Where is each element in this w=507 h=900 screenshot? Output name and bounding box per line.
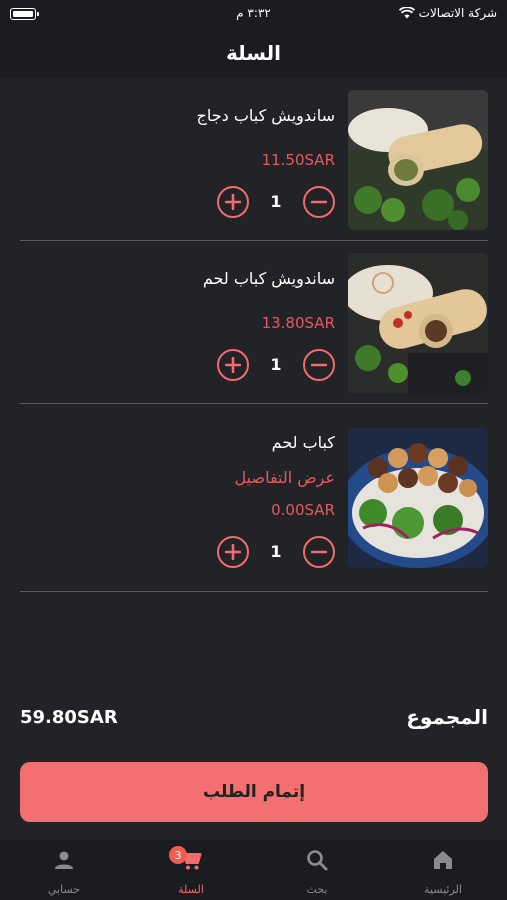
item-name: ساندويش كباب لحم: [202, 269, 335, 288]
plus-icon: [225, 194, 241, 210]
plus-icon: [225, 357, 241, 373]
increase-button[interactable]: [217, 536, 249, 568]
tab-label: الرئيسية: [424, 883, 462, 896]
minus-icon: [311, 550, 327, 554]
item-price: 13.80SAR: [261, 314, 335, 332]
decrease-button[interactable]: [303, 186, 335, 218]
minus-icon: [311, 200, 327, 204]
item-image[interactable]: [348, 428, 488, 568]
item-image[interactable]: [348, 253, 488, 393]
status-bar: ٣:٣٢ م شركة الاتصالات: [0, 0, 507, 28]
cart-item: ساندويش كباب دجاج 11.50SAR 1: [20, 90, 488, 230]
total-value: 59.80SAR: [20, 707, 118, 728]
minus-icon: [311, 363, 327, 367]
item-price: 11.50SAR: [261, 151, 335, 169]
quantity-stepper: 1: [217, 349, 335, 383]
increase-button[interactable]: [217, 186, 249, 218]
total-label: المجموع: [406, 705, 488, 729]
quantity-value: 1: [270, 355, 282, 374]
tab-search[interactable]: بحث: [277, 840, 357, 900]
cart-item: كباب لحم عرض التفاصيل 0.00SAR 1: [20, 428, 488, 568]
decrease-button[interactable]: [303, 349, 335, 381]
divider: [20, 591, 488, 592]
tab-account[interactable]: حسابي: [24, 840, 104, 900]
cart-count-badge: 3: [169, 846, 187, 864]
tab-home[interactable]: الرئيسية: [403, 840, 483, 900]
item-price: 0.00SAR: [271, 501, 335, 519]
tab-label: بحث: [306, 883, 328, 896]
cart-item: ساندويش كباب لحم 13.80SAR 1: [20, 253, 488, 393]
tab-label: السلة: [178, 883, 204, 896]
divider: [20, 403, 488, 404]
checkout-button[interactable]: إتمام الطلب: [20, 762, 488, 822]
total-row: المجموع 59.80SAR: [20, 705, 488, 737]
page-title: السلة: [225, 41, 281, 65]
tab-bar: الرئيسية بحث 3 السلة حسابي: [0, 840, 507, 900]
search-icon: [307, 850, 328, 871]
wifi-icon: [398, 7, 415, 19]
status-carrier: شركة الاتصالات: [398, 6, 497, 20]
tab-label: حسابي: [47, 883, 81, 896]
item-name: ساندويش كباب دجاج: [196, 106, 335, 125]
quantity-value: 1: [270, 192, 282, 211]
home-icon: [434, 851, 452, 869]
item-image[interactable]: [348, 90, 488, 230]
decrease-button[interactable]: [303, 536, 335, 568]
divider: [20, 240, 488, 241]
carrier-name: شركة الاتصالات: [418, 6, 497, 20]
tab-cart[interactable]: 3 السلة: [151, 840, 231, 900]
nav-header: السلة: [0, 28, 507, 78]
person-icon: [55, 851, 73, 869]
quantity-stepper: 1: [217, 186, 335, 220]
item-name: كباب لحم: [271, 433, 335, 452]
increase-button[interactable]: [217, 349, 249, 381]
plus-icon: [225, 544, 241, 560]
quantity-value: 1: [270, 542, 282, 561]
view-details-link[interactable]: عرض التفاصيل: [235, 468, 335, 487]
quantity-stepper: 1: [217, 536, 335, 570]
